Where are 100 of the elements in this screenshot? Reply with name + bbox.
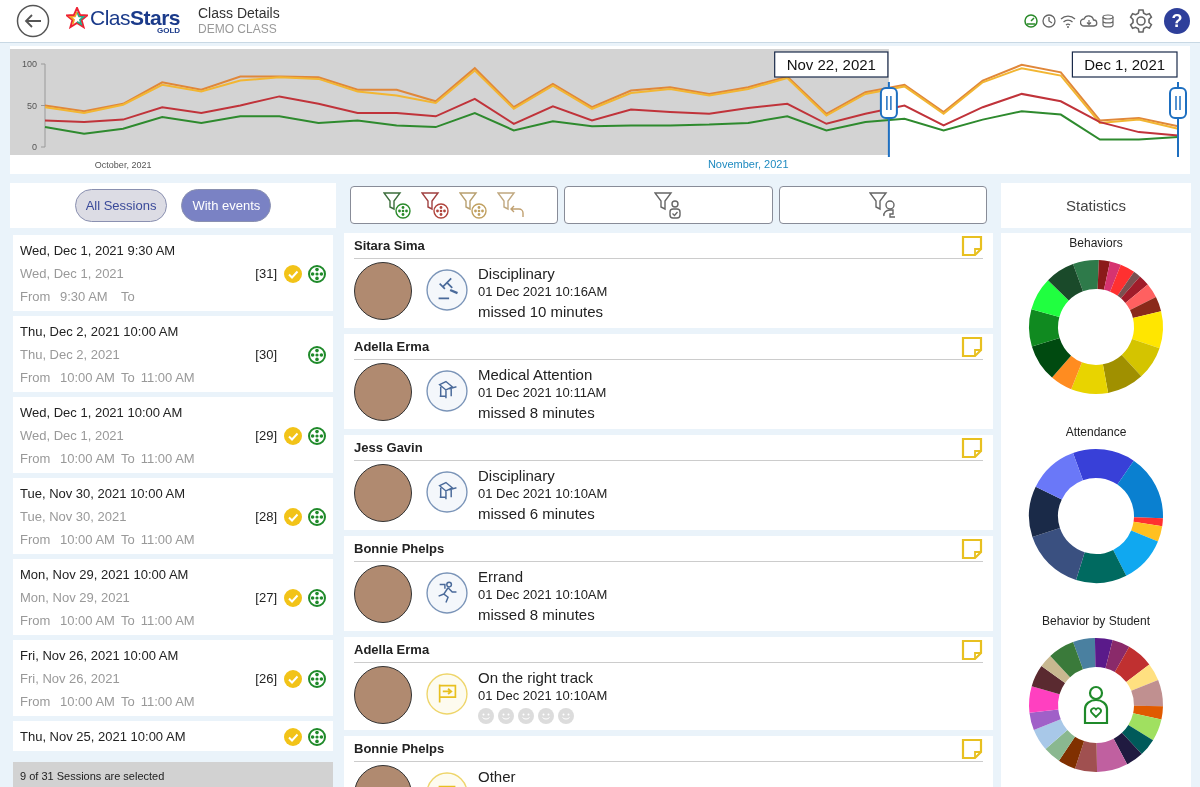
smiley-icon[interactable] — [558, 708, 574, 724]
note-icon[interactable] — [961, 234, 983, 257]
to-label: To — [121, 612, 135, 630]
session-card[interactable]: Tue, Nov 30, 2021 10:00 AM Tue, Nov 30, 2021 From 10:00 AM To 11:00 AM [28] — [13, 478, 333, 554]
chart-title: Attendance — [1065, 424, 1127, 440]
reel-icon — [308, 345, 326, 364]
event-title: On the right track — [478, 668, 595, 687]
event-count: [31] — [255, 266, 277, 281]
from-time: 10:00 AM — [60, 531, 116, 549]
to-time: 11:00 AM — [140, 612, 195, 630]
smiley-icon[interactable] — [518, 708, 534, 724]
smiley-icon[interactable] — [498, 708, 514, 724]
session-card[interactable]: Wed, Dec 1, 2021 10:00 AM Wed, Dec 1, 2021 From 10:00 AM To 11:00 AM [29] — [13, 397, 333, 473]
donut-slice — [1052, 355, 1082, 390]
note-icon[interactable] — [961, 638, 983, 661]
session-card[interactable]: Thu, Dec 2, 2021 10:00 AM Thu, Dec 2, 2021 From 10:00 AM To 11:00 AM [30] — [13, 316, 333, 392]
note-icon[interactable] — [961, 335, 983, 358]
donut-slice — [1048, 264, 1083, 301]
event-count: [29] — [255, 428, 277, 443]
event-count: [26] — [255, 671, 277, 686]
class-name: DEMO CLASS — [198, 22, 278, 38]
student-name: Sitara Sima — [354, 238, 425, 253]
session-card[interactable]: Thu, Nov 25, 2021 10:00 AM — [13, 721, 333, 751]
gauge-icon — [1024, 14, 1038, 28]
event-title: Other — [478, 767, 516, 786]
statistics-header: Statistics — [1001, 183, 1191, 228]
session-card[interactable]: Mon, Nov 29, 2021 10:00 AM Mon, Nov 29, 2021 From 10:00 AM To 11:00 AM [27] — [13, 559, 333, 635]
to-label: To — [121, 531, 135, 549]
smiley-icon[interactable] — [538, 708, 554, 724]
range-date-label: Nov 22, 2021 — [786, 56, 876, 73]
event-card[interactable]: Bonnie Phelps Other — [344, 736, 993, 787]
settings-icon[interactable] — [1128, 8, 1154, 34]
to-time: 11:00 AM — [140, 531, 195, 549]
event-title: Disciplinary — [478, 466, 556, 485]
session-card[interactable]: Fri, Nov 26, 2021 10:00 AM Fri, Nov 26, 2021 From 10:00 AM To 11:00 AM [26] — [13, 640, 333, 716]
funnel-undo-icon — [497, 191, 526, 219]
range-handle[interactable] — [879, 81, 898, 158]
donut-slice — [1033, 719, 1068, 750]
event-card[interactable]: Sitara Sima Disciplinary 01 Dec 2021 10:16AM missed 10 minutes — [344, 233, 993, 328]
chart-title: Behavior by Student — [1041, 613, 1151, 629]
from-time: 10:00 AM — [60, 612, 116, 630]
event-card[interactable]: Adella Erma On the right track 01 Dec 2021 10:10AM — [344, 637, 993, 730]
funnel-reel-icon — [459, 191, 488, 219]
event-card[interactable]: Jess Gavin Disciplinary 01 Dec 2021 10:10AM missed 6 minutes — [344, 435, 993, 530]
from-label: From — [20, 450, 52, 468]
logo-tier-label: GOLD — [156, 27, 181, 35]
event-count: [27] — [255, 590, 277, 605]
session-date: Thu, Dec 2, 2021 — [20, 346, 121, 364]
flag-icon — [426, 673, 468, 715]
event-detail: missed 6 minutes — [478, 504, 596, 524]
event-filter-button[interactable] — [350, 186, 559, 224]
smiley-icon[interactable] — [478, 708, 494, 724]
funnel-person-check-icon — [654, 191, 683, 219]
session-title: Fri, Nov 26, 2021 10:00 AM — [20, 647, 180, 665]
session-filter-tab[interactable]: All Sessions — [74, 189, 168, 222]
reel-icon — [308, 426, 326, 445]
event-time: 01 Dec 2021 10:10AM — [478, 687, 608, 705]
event-card[interactable]: Bonnie Phelps Errand 01 Dec 2021 10:10AM missed 8 minutes — [344, 536, 993, 631]
reel-icon — [308, 669, 326, 688]
desk-chair-icon — [426, 370, 468, 412]
session-date: Fri, Nov 26, 2021 — [20, 670, 121, 688]
event-detail: missed 8 minutes — [478, 605, 596, 625]
help-button[interactable]: ? — [1164, 8, 1190, 34]
session-card[interactable]: Wed, Dec 1, 2021 9:30 AM Wed, Dec 1, 2021 From 9:30 AM To [31] — [13, 235, 333, 311]
person-filter-button[interactable] — [778, 186, 987, 224]
from-label: From — [20, 288, 52, 306]
back-icon[interactable] — [16, 4, 50, 38]
note-icon[interactable] — [961, 436, 983, 459]
wifi-icon — [1060, 14, 1076, 28]
donut-slice — [1075, 741, 1098, 772]
session-filter-tab[interactable]: With events — [181, 189, 272, 222]
donut-slice — [1096, 738, 1128, 772]
donut-slice — [1125, 284, 1156, 311]
student-filter-button[interactable] — [564, 186, 773, 224]
range-handle[interactable] — [1169, 81, 1187, 158]
donut-slice — [1071, 362, 1109, 394]
to-time: 11:00 AM — [140, 369, 195, 387]
student-name: Adella Erma — [354, 642, 430, 657]
note-icon[interactable] — [961, 737, 983, 760]
note-icon[interactable] — [961, 537, 983, 560]
session-title: Thu, Dec 2, 2021 10:00 AM — [20, 323, 180, 341]
event-time: 01 Dec 2021 10:10AM — [478, 586, 608, 604]
from-time: 10:00 AM — [60, 369, 116, 387]
donut-slice — [1045, 730, 1075, 761]
from-label: From — [20, 612, 52, 630]
donut-slice — [1029, 709, 1061, 731]
donut-slice — [1031, 338, 1072, 378]
funnel-reel-icon — [383, 191, 412, 219]
running-person-icon — [426, 572, 468, 614]
event-card[interactable]: Adella Erma Medical Attention 01 Dec 2021 10:11AM missed 8 minutes — [344, 334, 993, 429]
donut-slice — [1121, 724, 1154, 754]
event-time: 01 Dec 2021 10:16AM — [478, 283, 608, 301]
event-title: Medical Attention — [478, 365, 594, 384]
to-label: To — [121, 288, 135, 306]
desk-chair-icon — [426, 471, 468, 513]
reel-icon — [308, 264, 326, 283]
person-heart-icon — [1082, 685, 1110, 725]
clock-icon — [1042, 14, 1056, 28]
y-tick-label: 0 — [32, 142, 37, 152]
session-title: Wed, Dec 1, 2021 10:00 AM — [20, 404, 184, 422]
